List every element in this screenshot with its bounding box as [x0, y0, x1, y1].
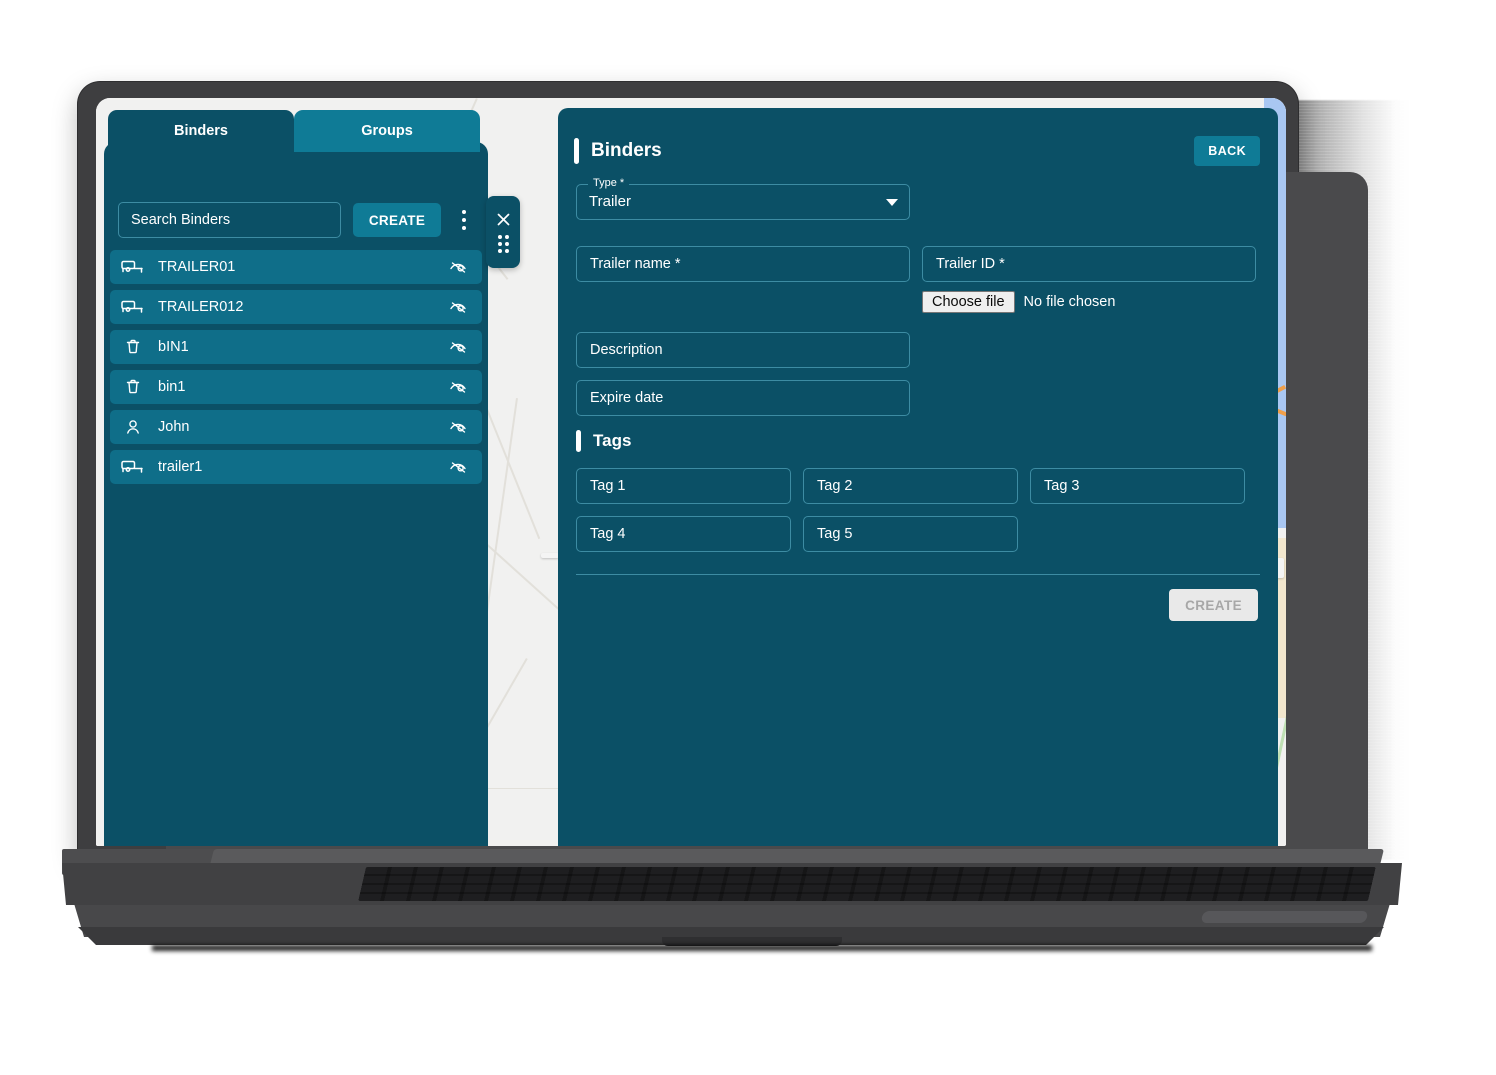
trailer-icon [120, 457, 146, 477]
submit-create-button[interactable]: CREATE [1169, 589, 1258, 621]
expire-date-row [576, 380, 1260, 416]
eye-off-icon[interactable] [448, 298, 470, 316]
list-item-label: bIN1 [158, 339, 189, 355]
tags-row-2 [576, 516, 1260, 552]
create-binder-button[interactable]: CREATE [352, 203, 442, 237]
laptop-trackpad [1200, 911, 1369, 923]
eye-off-icon[interactable] [448, 458, 470, 476]
eye-off-icon[interactable] [448, 258, 470, 276]
description-field[interactable] [576, 332, 910, 368]
list-item-label: trailer1 [158, 459, 203, 475]
tags-section-header: Tags [576, 430, 1260, 452]
list-item-label: TRAILER01 [158, 259, 236, 275]
form-actions: CREATE [576, 589, 1260, 621]
eye-off-icon[interactable] [448, 378, 470, 396]
list-item[interactable]: trailer1 [110, 450, 482, 484]
trash-bin-icon [120, 377, 146, 397]
choose-file-button[interactable]: Choose file [922, 291, 1015, 313]
list-item[interactable]: TRAILER01 [110, 250, 482, 284]
form-body: Type * Trailer Choose file No file chose… [576, 176, 1260, 621]
header-accent-bar [574, 138, 579, 164]
trailer-id-field[interactable] [922, 246, 1256, 282]
list-item[interactable]: bin1 [110, 370, 482, 404]
list-item[interactable]: TRAILER012 [110, 290, 482, 324]
tab-binders-label: Binders [174, 123, 228, 139]
list-item-label: John [158, 419, 190, 435]
expire-date-field[interactable] [576, 380, 910, 416]
back-button[interactable]: BACK [1194, 136, 1260, 166]
search-input[interactable] [118, 202, 341, 238]
trailer-icon [120, 257, 146, 277]
application-viewport: Binders Groups CREATE [96, 98, 1286, 846]
file-input: Choose file No file chosen [922, 284, 1256, 320]
list-item[interactable]: John [110, 410, 482, 444]
name-id-row: Choose file No file chosen [576, 246, 1260, 320]
list-item[interactable]: bIN1 [110, 330, 482, 364]
panel-float-handle [486, 196, 520, 268]
screenshot-root: Binders Groups CREATE [0, 0, 1496, 1075]
close-x-icon[interactable] [496, 212, 511, 227]
tags-accent-bar [576, 430, 581, 452]
trash-bin-icon [120, 337, 146, 357]
binder-list: TRAILER01 TRAILER012 bIN1 bin1 John trai… [110, 250, 482, 490]
laptop-base [62, 849, 1402, 957]
type-select[interactable]: Type * Trailer [576, 176, 910, 220]
search-toolbar: CREATE [118, 202, 474, 238]
page-title: Binders [591, 140, 662, 161]
tag-4-field[interactable] [576, 516, 791, 552]
panel-tabs: Binders Groups [108, 110, 480, 152]
tab-binders[interactable]: Binders [108, 110, 294, 152]
drag-dots-icon[interactable] [497, 234, 509, 253]
tab-groups-label: Groups [361, 123, 413, 139]
kebab-menu-icon[interactable] [453, 203, 474, 237]
list-item-label: TRAILER012 [158, 299, 244, 315]
laptop-screen: Binders Groups CREATE [96, 98, 1286, 846]
file-status-text: No file chosen [1023, 294, 1116, 310]
description-row [576, 332, 1260, 368]
type-select-value: Trailer [589, 193, 631, 210]
tag-5-field[interactable] [803, 516, 1018, 552]
laptop-base-shadow [152, 945, 1372, 951]
eye-off-icon[interactable] [448, 338, 470, 356]
eye-off-icon[interactable] [448, 418, 470, 436]
form-divider [576, 574, 1260, 575]
form-header: Binders BACK [574, 134, 1260, 168]
tag-3-field[interactable] [1030, 468, 1245, 504]
laptop-keyboard [358, 867, 1376, 901]
trailer-icon [120, 297, 146, 317]
chevron-down-icon[interactable] [886, 199, 898, 206]
tab-groups[interactable]: Groups [294, 110, 480, 152]
trailer-name-field[interactable] [576, 246, 910, 282]
laptop-base-top [210, 849, 1384, 865]
person-icon [120, 417, 146, 437]
binders-list-panel: CREATE [104, 142, 488, 846]
tags-title: Tags [593, 431, 632, 450]
tags-row-1 [576, 468, 1260, 504]
tag-1-field[interactable] [576, 468, 791, 504]
tag-2-field[interactable] [803, 468, 1018, 504]
binder-form-panel: Binders BACK Type * Trailer Trailer name… [558, 108, 1278, 846]
list-item-label: bin1 [158, 379, 186, 395]
